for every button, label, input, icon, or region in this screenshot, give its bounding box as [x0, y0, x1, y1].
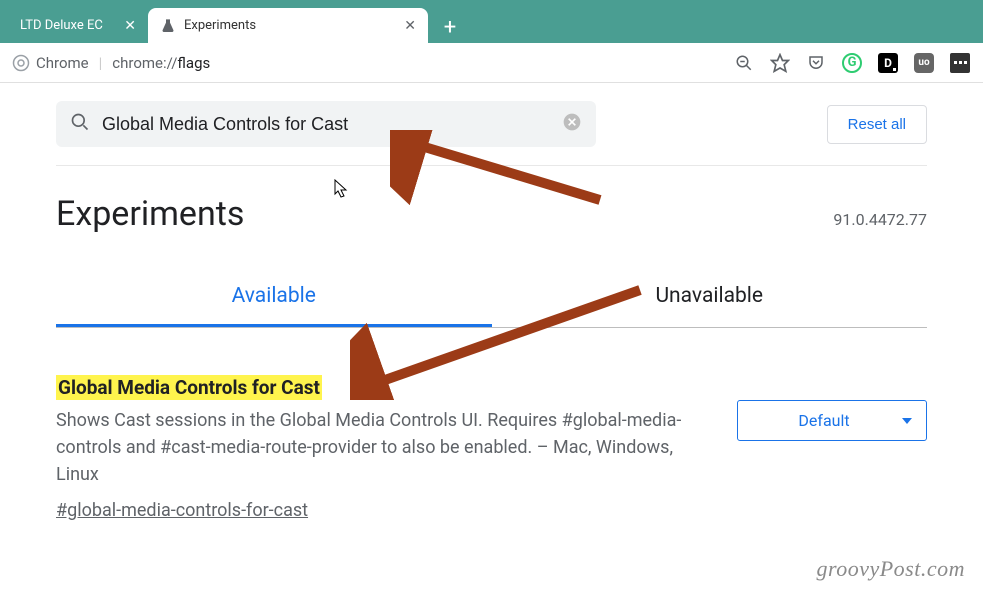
chrome-icon: [12, 54, 30, 72]
address-bar: Chrome | chrome://flags G D uo: [0, 43, 983, 83]
address-separator: |: [99, 54, 103, 72]
browser-tab-strip: LTD Deluxe EC ✕ Experiments ✕ +: [0, 0, 983, 43]
ublock-icon[interactable]: uo: [913, 52, 935, 74]
tab-available[interactable]: Available: [56, 268, 492, 327]
chrome-label: Chrome: [36, 54, 89, 72]
flask-icon: [160, 18, 176, 34]
close-icon[interactable]: ✕: [404, 18, 416, 34]
flag-state-select[interactable]: Default: [737, 400, 927, 441]
version-text: 91.0.4472.77: [833, 210, 927, 229]
flag-item: Global Media Controls for Cast Shows Cas…: [56, 328, 927, 521]
clear-icon[interactable]: [562, 112, 582, 136]
search-row: Reset all: [56, 83, 927, 166]
search-box[interactable]: [56, 101, 596, 147]
new-tab-button[interactable]: +: [436, 13, 464, 41]
grammarly-icon[interactable]: G: [841, 52, 863, 74]
flag-description: Shows Cast sessions in the Global Media …: [56, 407, 707, 488]
flag-id-link[interactable]: #global-media-controls-for-cast: [56, 500, 308, 521]
star-icon[interactable]: [769, 52, 791, 74]
pocket-icon[interactable]: [805, 52, 827, 74]
zoom-icon[interactable]: [733, 52, 755, 74]
search-icon: [70, 112, 90, 136]
browser-tab-inactive[interactable]: LTD Deluxe EC ✕: [8, 8, 148, 43]
page-title: Experiments: [56, 194, 244, 234]
tab-title: Experiments: [184, 18, 392, 33]
flag-info: Global Media Controls for Cast Shows Cas…: [56, 376, 737, 521]
flag-title: Global Media Controls for Cast: [56, 375, 322, 400]
tab-unavailable[interactable]: Unavailable: [492, 268, 928, 327]
page-content: Reset all Experiments 91.0.4472.77 Avail…: [0, 83, 983, 521]
tab-title: LTD Deluxe EC: [20, 18, 112, 33]
flag-tabs: Available Unavailable: [56, 268, 927, 328]
search-input[interactable]: [102, 114, 562, 135]
close-icon[interactable]: ✕: [124, 18, 136, 34]
reset-all-button[interactable]: Reset all: [827, 105, 927, 144]
url-path: flags: [177, 54, 210, 72]
url-prefix: chrome://: [112, 54, 177, 72]
watermark: groovyPost.com: [816, 556, 965, 582]
title-row: Experiments 91.0.4472.77: [56, 166, 927, 242]
browser-tab-active[interactable]: Experiments ✕: [148, 8, 428, 43]
extension-icon[interactable]: [949, 52, 971, 74]
darkreader-icon[interactable]: D: [877, 52, 899, 74]
